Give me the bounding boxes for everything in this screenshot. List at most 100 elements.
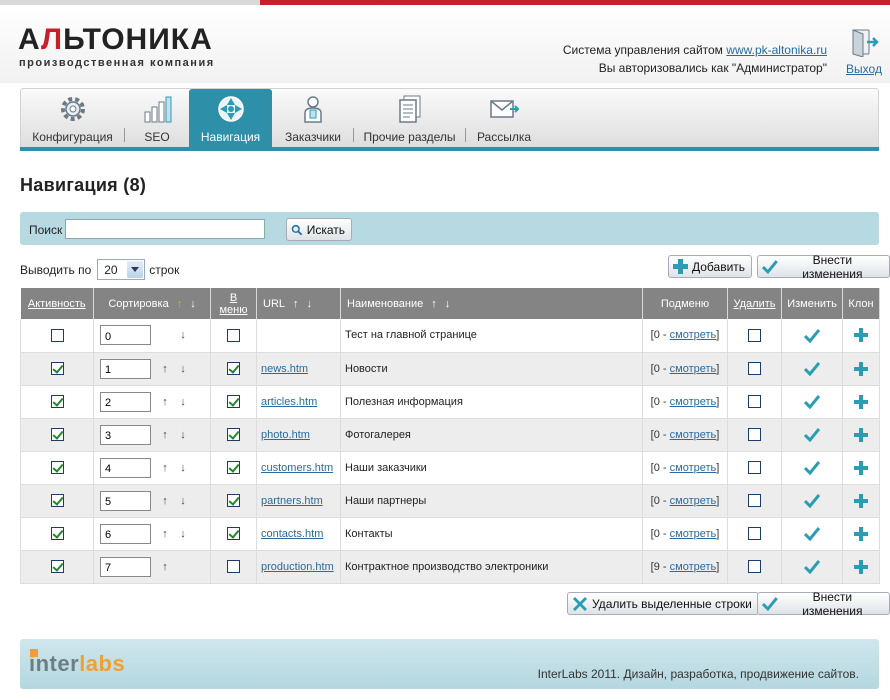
col-sort[interactable]: Сортировка ↑ ↓ <box>93 288 211 319</box>
edit-checkmark-icon[interactable] <box>804 394 820 409</box>
move-down-icon[interactable]: ↓ <box>179 495 187 507</box>
exit-button[interactable]: Выход <box>846 27 882 76</box>
edit-checkmark-icon[interactable] <box>804 427 820 442</box>
in-menu-checkbox[interactable] <box>227 395 240 408</box>
clone-plus-icon[interactable] <box>854 526 868 541</box>
col-delete[interactable]: Удалить <box>727 288 782 319</box>
sort-order-input[interactable] <box>100 325 151 346</box>
move-down-icon[interactable]: ↓ <box>179 528 187 540</box>
col-in-menu-link[interactable]: В меню <box>219 292 247 316</box>
edit-checkmark-icon[interactable] <box>804 526 820 541</box>
active-checkbox[interactable] <box>50 527 64 540</box>
active-checkbox[interactable] <box>50 395 64 408</box>
delete-selected-button[interactable]: Удалить выделенные строки <box>567 592 759 615</box>
clone-plus-icon[interactable] <box>854 394 868 409</box>
sort-order-input[interactable] <box>100 556 151 577</box>
submenu-view-link[interactable]: смотреть <box>670 462 717 474</box>
tab-other-sections[interactable]: Прочие разделы <box>354 89 465 148</box>
in-menu-checkbox[interactable] <box>227 362 240 375</box>
delete-checkbox[interactable] <box>748 461 761 474</box>
sort-desc-icon[interactable]: ↓ <box>445 298 451 310</box>
active-checkbox[interactable] <box>50 560 64 573</box>
move-up-icon[interactable]: ↑ <box>161 396 169 408</box>
edit-checkmark-icon[interactable] <box>804 361 820 376</box>
delete-checkbox[interactable] <box>748 328 761 342</box>
delete-checkbox[interactable] <box>748 428 761 441</box>
col-active-link[interactable]: Активность <box>28 298 86 310</box>
edit-checkmark-icon[interactable] <box>804 559 820 574</box>
active-checkbox[interactable] <box>50 494 64 507</box>
tab-mailing[interactable]: Рассылка <box>466 89 542 148</box>
edit-checkmark-icon[interactable] <box>804 493 820 508</box>
logo[interactable]: АЛЬТОНИКА <box>18 25 213 55</box>
move-down-icon[interactable]: ↓ <box>179 329 187 341</box>
active-checkbox[interactable] <box>50 362 64 375</box>
delete-checkbox[interactable] <box>748 362 761 375</box>
delete-checkbox[interactable] <box>748 560 761 573</box>
url-link[interactable]: articles.htm <box>261 396 317 408</box>
move-up-icon[interactable]: ↑ <box>161 462 169 474</box>
col-url[interactable]: URL ↑ ↓ <box>256 288 341 319</box>
move-up-icon[interactable]: ↑ <box>161 528 169 540</box>
sort-order-input[interactable] <box>100 490 151 511</box>
active-checkbox[interactable] <box>50 328 64 342</box>
in-menu-checkbox[interactable] <box>227 527 240 540</box>
in-menu-checkbox[interactable] <box>227 328 240 342</box>
active-checkbox[interactable] <box>50 461 64 474</box>
url-link[interactable]: news.htm <box>261 363 308 375</box>
sort-asc-icon[interactable]: ↑ <box>293 298 299 310</box>
sort-asc-icon[interactable]: ↑ <box>431 298 437 310</box>
delete-checkbox[interactable] <box>748 395 761 408</box>
submenu-view-link[interactable]: смотреть <box>670 329 717 341</box>
move-up-icon[interactable]: ↑ <box>161 363 169 375</box>
interlabs-logo[interactable]: interlabs <box>29 649 125 677</box>
move-up-icon[interactable]: ↑ <box>161 495 169 507</box>
sort-desc-icon[interactable]: ↓ <box>307 298 313 310</box>
sort-order-input[interactable] <box>100 457 151 478</box>
tab-seo[interactable]: SEO <box>125 89 189 148</box>
clone-plus-icon[interactable] <box>854 460 868 475</box>
sort-order-input[interactable] <box>100 391 151 412</box>
edit-checkmark-icon[interactable] <box>804 328 820 343</box>
in-menu-checkbox[interactable] <box>227 494 240 507</box>
move-up-icon[interactable]: ↑ <box>161 561 169 573</box>
per-page-select[interactable]: 20 <box>97 259 146 280</box>
url-link[interactable]: production.htm <box>261 561 334 573</box>
submenu-view-link[interactable]: смотреть <box>670 561 717 573</box>
active-checkbox[interactable] <box>50 428 64 441</box>
tab-navigation[interactable]: Навигация <box>189 89 272 151</box>
col-name[interactable]: Наименование ↑ ↓ <box>340 288 643 319</box>
save-changes-button[interactable]: Внести изменения <box>757 253 890 281</box>
submenu-view-link[interactable]: смотреть <box>670 396 717 408</box>
clone-plus-icon[interactable] <box>854 427 868 442</box>
move-down-icon[interactable]: ↓ <box>179 429 187 441</box>
delete-checkbox[interactable] <box>748 527 761 540</box>
site-link[interactable]: www.pk-altonika.ru <box>726 43 827 57</box>
sort-order-input[interactable] <box>100 358 151 379</box>
clone-plus-icon[interactable] <box>854 559 868 574</box>
submenu-view-link[interactable]: смотреть <box>670 363 717 375</box>
col-in-menu[interactable]: В меню <box>210 288 257 319</box>
sort-asc-icon[interactable]: ↑ <box>177 298 183 310</box>
url-link[interactable]: customers.htm <box>261 462 333 474</box>
url-link[interactable]: contacts.htm <box>261 528 323 540</box>
tab-customers[interactable]: Заказчики <box>273 89 353 148</box>
clone-plus-icon[interactable] <box>854 493 868 508</box>
search-button[interactable]: Искать <box>286 218 352 241</box>
clone-plus-icon[interactable] <box>854 328 868 343</box>
save-changes-button-bottom[interactable]: Внести изменения <box>757 590 890 618</box>
url-link[interactable]: photo.htm <box>261 429 310 441</box>
edit-checkmark-icon[interactable] <box>804 460 820 475</box>
move-up-icon[interactable]: ↑ <box>161 429 169 441</box>
move-down-icon[interactable]: ↓ <box>179 396 187 408</box>
search-input[interactable] <box>65 219 265 239</box>
submenu-view-link[interactable]: смотреть <box>670 528 717 540</box>
submenu-view-link[interactable]: смотреть <box>670 495 717 507</box>
col-active[interactable]: Активность <box>20 288 94 319</box>
submenu-view-link[interactable]: смотреть <box>670 429 717 441</box>
add-button[interactable]: Добавить <box>668 255 753 278</box>
delete-checkbox[interactable] <box>748 494 761 507</box>
exit-link[interactable]: Выход <box>846 62 882 76</box>
move-down-icon[interactable]: ↓ <box>179 462 187 474</box>
clone-plus-icon[interactable] <box>854 361 868 376</box>
